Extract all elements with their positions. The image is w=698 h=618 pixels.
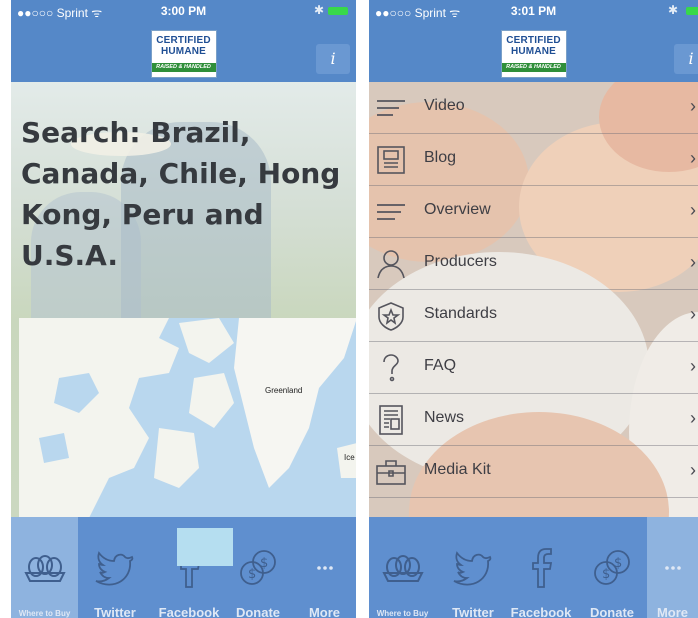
producers-icon — [377, 250, 405, 279]
eggs-icon — [23, 555, 66, 582]
tab-label: Twitter — [452, 605, 494, 618]
menu-item-media-kit[interactable]: Media Kit › — [369, 446, 698, 498]
twitter-icon — [453, 551, 492, 586]
eggs-icon — [381, 555, 424, 582]
donate-icon: $ $ — [594, 550, 630, 585]
nav-bar: CERTIFIED HUMANE RAISED & HANDLED i — [11, 22, 356, 82]
chevron-right-icon: › — [690, 148, 696, 168]
menu-item-video[interactable]: Video › — [369, 82, 698, 134]
logo-tagline: RAISED & HANDLED — [151, 63, 216, 72]
logo-tagline: RAISED & HANDLED — [501, 63, 566, 72]
battery-icon — [686, 7, 698, 15]
menu-item-label: Blog — [424, 149, 457, 166]
tab-label: Facebook — [510, 605, 572, 618]
blog-icon — [377, 146, 405, 174]
battery-icon — [328, 7, 348, 15]
chevron-right-icon: › — [690, 460, 696, 480]
menu-item-label: FAQ — [424, 357, 457, 374]
tab-label: Where to Buy — [376, 609, 429, 618]
tab-label: Donate — [235, 605, 281, 618]
menu-item-blog[interactable]: Blog › — [369, 134, 698, 186]
left-screen: ●●○○○ Sprint ᯤ 3:00 PM ✱ CERTIFIED HUMAN… — [11, 0, 356, 618]
tab-where-to-buy[interactable]: Where to Buy — [369, 517, 436, 618]
tab-label: Donate — [589, 605, 635, 618]
more-icon — [664, 566, 681, 570]
right-screen: ●●○○○ Sprint ᯤ 3:01 PM ✱ CERTIFIED HUMAN… — [369, 0, 698, 618]
faq-icon — [383, 354, 399, 382]
twitter-icon — [95, 551, 134, 586]
menu-item-overview[interactable]: Overview › — [369, 186, 698, 238]
media-kit-icon — [376, 460, 406, 485]
info-button[interactable]: i — [316, 44, 350, 74]
svg-text:$: $ — [260, 556, 268, 571]
tab-label: More — [656, 605, 689, 618]
map-label-iceland: Ice — [344, 453, 355, 462]
map-landmass — [19, 318, 356, 518]
tab-twitter[interactable]: Twitter — [81, 517, 149, 618]
svg-text:$: $ — [602, 567, 610, 582]
redaction-box — [177, 528, 233, 566]
chevron-right-icon: › — [690, 304, 696, 324]
tab-donate[interactable]: $ $ Donate — [577, 517, 647, 618]
map-view[interactable]: Greenland Ice — [19, 318, 356, 518]
tab-label: Twitter — [94, 605, 136, 618]
svg-text:$: $ — [614, 556, 622, 571]
tab-more[interactable]: More — [647, 517, 698, 618]
logo-line-2: HUMANE — [160, 46, 207, 57]
video-icon — [377, 100, 405, 116]
status-bar: ●●○○○ Sprint ᯤ 3:01 PM ✱ — [369, 0, 698, 22]
chevron-right-icon: › — [690, 252, 696, 272]
donate-icon: $ $ — [240, 550, 276, 585]
logo-line-1: CERTIFIED — [506, 35, 561, 46]
chevron-right-icon: › — [690, 356, 696, 376]
overview-icon — [377, 204, 405, 220]
tab-label: Facebook — [158, 605, 220, 618]
certified-humane-logo: CERTIFIED HUMANE RAISED & HANDLED — [150, 30, 217, 78]
logo-line-2: HUMANE — [510, 46, 557, 57]
tab-label: Where to Buy — [18, 609, 71, 618]
tab-more[interactable]: More — [293, 517, 356, 618]
menu-item-label: Producers — [424, 253, 497, 270]
tab-twitter[interactable]: Twitter — [441, 517, 505, 618]
standards-icon — [378, 302, 404, 331]
more-icon — [316, 566, 333, 570]
svg-text:$: $ — [248, 567, 256, 582]
menu-item-label: Media Kit — [424, 461, 491, 478]
more-menu-list: Video › Blog › Overview › Producers › St… — [369, 82, 698, 498]
certified-humane-logo: CERTIFIED HUMANE RAISED & HANDLED — [500, 30, 567, 78]
bluetooth-icon: ✱ — [313, 3, 324, 17]
bluetooth-icon: ✱ — [667, 3, 678, 17]
tab-where-to-buy[interactable]: Where to Buy — [11, 517, 78, 618]
facebook-icon — [532, 548, 553, 588]
menu-item-label: Overview — [424, 201, 491, 218]
nav-bar: CERTIFIED HUMANE RAISED & HANDLED i — [369, 22, 698, 82]
clock: 3:01 PM — [510, 4, 557, 18]
tab-label: More — [308, 605, 341, 618]
menu-item-standards[interactable]: Standards › — [369, 290, 698, 342]
info-button[interactable]: i — [674, 44, 698, 74]
status-bar: ●●○○○ Sprint ᯤ 3:00 PM ✱ — [11, 0, 356, 22]
menu-item-label: Video — [424, 97, 465, 114]
map-label-greenland: Greenland — [265, 386, 303, 395]
chevron-right-icon: › — [690, 408, 696, 428]
tab-bar: Where to Buy Twitter Facebook $ $ Donate — [369, 517, 698, 618]
chevron-right-icon: › — [690, 96, 696, 116]
menu-item-news[interactable]: News › — [369, 394, 698, 446]
news-icon — [379, 405, 403, 435]
menu-item-label: News — [424, 409, 465, 426]
menu-item-producers[interactable]: Producers › — [369, 238, 698, 290]
chevron-right-icon: › — [690, 200, 696, 220]
clock: 3:00 PM — [160, 4, 207, 18]
tab-facebook[interactable]: Facebook — [505, 517, 577, 618]
menu-item-label: Standards — [424, 305, 497, 322]
logo-line-1: CERTIFIED — [156, 35, 211, 46]
menu-item-faq[interactable]: FAQ › — [369, 342, 698, 394]
search-heading: Search: Brazil, Canada, Chile, Hong Kong… — [21, 116, 341, 272]
tab-donate[interactable]: $ $ Donate — [225, 517, 291, 618]
